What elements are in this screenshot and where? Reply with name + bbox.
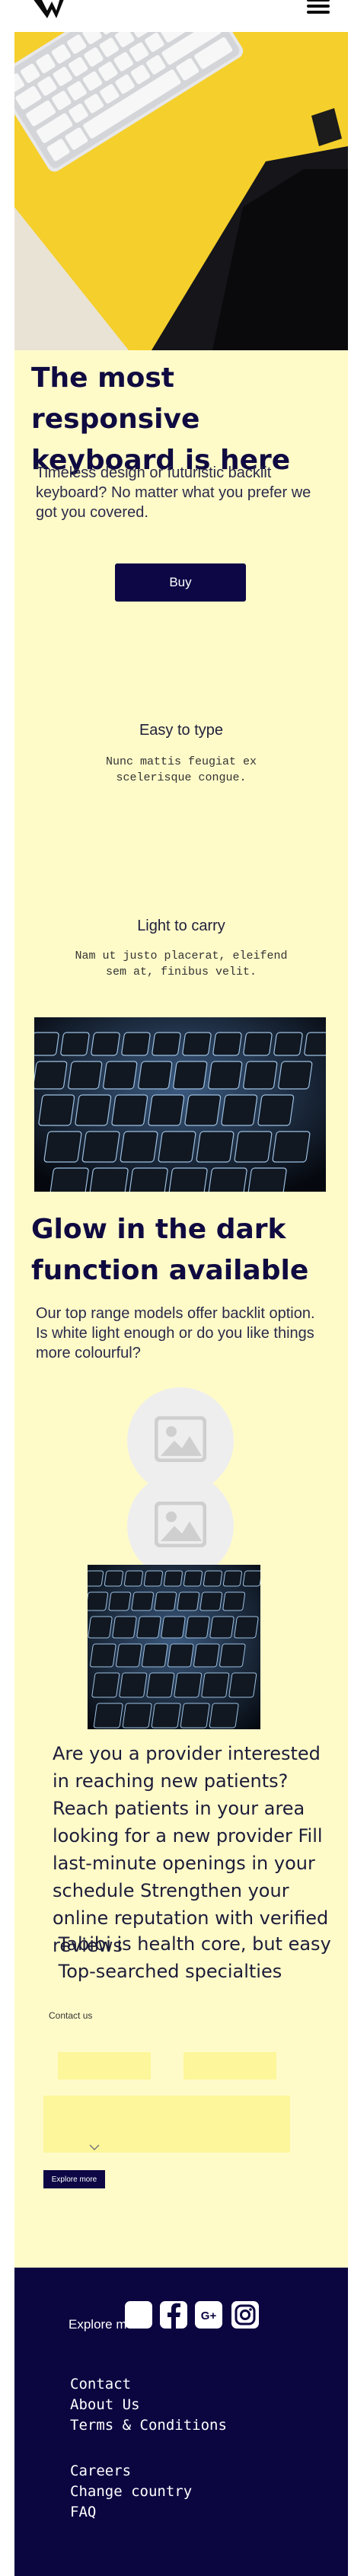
provider-question: Are you a provider interested in reachin… — [53, 1743, 321, 1792]
facebook-icon[interactable] — [160, 2301, 187, 2329]
feature-title: Light to carry — [137, 918, 225, 934]
backlit-lead: Our top range models offer backlit optio… — [36, 1305, 315, 1361]
brand-w-logo-icon[interactable] — [30, 0, 65, 18]
backlit-keyboard-photo — [34, 1017, 326, 1192]
image-placeholder-icon — [155, 1502, 206, 1547]
feature-text: Nunc mattis feugiat ex scelerisque congu… — [105, 755, 257, 784]
keyboard-on-yellow-desk-photo — [14, 32, 348, 350]
footer-link-contact[interactable]: Contact — [70, 2376, 131, 2392]
footer-link-terms[interactable]: Terms & Conditions — [70, 2417, 227, 2434]
backlit-keyboard-closeup-photo — [88, 1565, 260, 1729]
footer-link-about-us[interactable]: About Us — [70, 2396, 140, 2413]
provider-specialties: Top-searched specialties — [53, 1961, 282, 1982]
backlit-title: Glow in the dark function available — [31, 1214, 309, 1286]
google-plus-icon[interactable]: G+ — [195, 2301, 222, 2329]
instagram-icon[interactable] — [231, 2301, 259, 2329]
footer-link-change-country[interactable]: Change country — [70, 2483, 192, 2500]
square-icon[interactable] — [125, 2301, 152, 2329]
top-bar — [0, 0, 351, 32]
contact-field-1[interactable] — [58, 2052, 151, 2080]
footer-link-faq[interactable]: FAQ — [70, 2504, 96, 2520]
message-textarea[interactable] — [43, 2096, 290, 2153]
hamburger-menu-icon[interactable] — [307, 0, 330, 14]
google-plus-text: G+ — [201, 2309, 217, 2322]
feature-text: Nam ut justo placerat, eleifend sem at, … — [75, 950, 288, 978]
explore-more-button[interactable]: Explore more — [43, 2170, 105, 2188]
contact-field-2[interactable] — [183, 2052, 276, 2080]
hero-lead: Timeless design or futuristic backlit ke… — [36, 464, 311, 521]
image-placeholder-icon — [155, 1416, 206, 1462]
feature-title: Easy to type — [139, 722, 224, 739]
chevron-down-icon — [89, 2144, 100, 2151]
contact-label: Contact us — [49, 2010, 93, 2021]
buy-button[interactable]: Buy — [115, 563, 246, 602]
image-placeholder — [127, 1473, 234, 1579]
footer-link-careers[interactable]: Careers — [70, 2463, 131, 2479]
provider-tagline: Tabibi is health core, but easy — [53, 1933, 331, 1955]
